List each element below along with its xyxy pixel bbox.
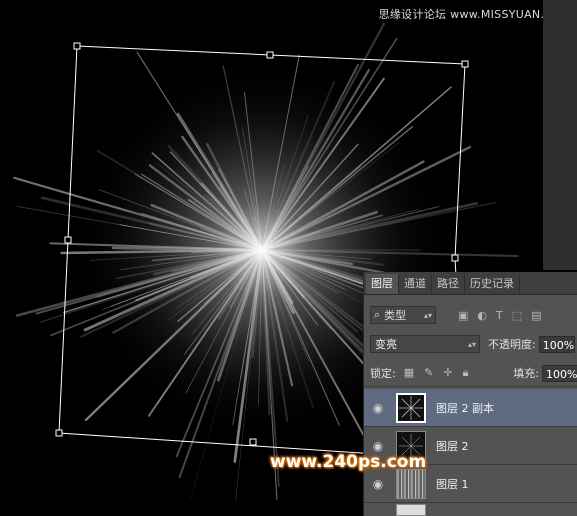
workspace-strip	[543, 0, 577, 270]
lock-icons: ▦ ✎ ✛ 🔒︎	[404, 366, 469, 380]
adjustment-filter-icon[interactable]: ◐	[477, 309, 487, 322]
handle-bottom-center	[249, 438, 257, 446]
filter-row: ⌕ 类型 ▴▾ ▣ ◐ T ⬚ ▤	[364, 302, 577, 328]
watermark-bottom: www.240ps.com	[270, 452, 427, 472]
handle-bottom-left	[55, 429, 63, 437]
tab-history[interactable]: 历史记录	[465, 274, 520, 294]
eye-icon[interactable]: ◉	[364, 439, 392, 453]
fill-input[interactable]: 100%	[542, 364, 577, 382]
search-icon: ⌕	[374, 308, 381, 321]
handle-top-left	[73, 42, 81, 50]
handle-top-right	[461, 60, 469, 68]
fill-label: 填充:	[513, 367, 539, 380]
layer-name[interactable]: 图层 2	[436, 438, 469, 454]
lock-label: 锁定:	[370, 367, 396, 380]
filter-kind-select[interactable]: ⌕ 类型 ▴▾	[370, 306, 436, 324]
lock-transparent-icon[interactable]: ▦	[404, 366, 414, 380]
shape-filter-icon[interactable]: ⬚	[512, 309, 522, 322]
lock-row: 锁定: ▦ ✎ ✛ 🔒︎ 填充: 100%	[364, 362, 577, 387]
opacity-input[interactable]: 100%	[538, 335, 575, 353]
layer-row-partial[interactable]	[364, 503, 577, 516]
eye-icon[interactable]: ◉	[364, 401, 392, 415]
tab-paths[interactable]: 路径	[432, 274, 465, 294]
layers-panel: 图层 通道 路径 历史记录 ⌕ 类型 ▴▾ ▣ ◐ T ⬚ ▤ 变亮 ▴▾ 不透…	[363, 272, 577, 516]
lock-all-icon[interactable]: 🔒︎	[463, 366, 469, 380]
blend-mode-select[interactable]: 变亮 ▴▾	[370, 335, 480, 353]
layer-row-layer2-copy[interactable]: ◉ 图层 2 副本	[364, 389, 577, 427]
type-filter-icon[interactable]: T	[496, 309, 503, 322]
handle-middle-left	[64, 236, 72, 244]
opacity-label: 不透明度:	[488, 338, 536, 351]
starburst-thumbnail-icon	[399, 395, 423, 420]
lock-pixels-icon[interactable]: ✎	[424, 366, 433, 380]
layer-name[interactable]: 图层 1	[436, 476, 469, 492]
tab-layers[interactable]: 图层	[366, 274, 399, 294]
layer-thumbnail	[396, 503, 426, 516]
blend-row: 变亮 ▴▾ 不透明度: 100%	[364, 333, 577, 355]
smart-object-filter-icon[interactable]: ▤	[531, 309, 541, 322]
chevron-updown-icon: ▴▾	[423, 310, 432, 320]
layer-name[interactable]: 图层 2 副本	[436, 400, 494, 416]
panel-tab-bar: 图层 通道 路径 历史记录	[364, 272, 577, 295]
layer-thumbnail	[396, 468, 426, 499]
filter-kind-label: 类型	[384, 309, 407, 322]
chevron-updown-icon: ▴▾	[467, 339, 476, 349]
filter-icons: ▣ ◐ T ⬚ ▤	[458, 309, 542, 322]
blend-mode-value: 变亮	[375, 338, 397, 351]
eye-icon[interactable]: ◉	[364, 477, 392, 491]
handle-top-center	[266, 51, 274, 59]
layer-thumbnail	[396, 392, 426, 423]
tab-channels[interactable]: 通道	[399, 274, 432, 294]
lock-position-icon[interactable]: ✛	[443, 366, 452, 380]
handle-middle-right	[451, 254, 459, 262]
image-filter-icon[interactable]: ▣	[458, 309, 468, 322]
